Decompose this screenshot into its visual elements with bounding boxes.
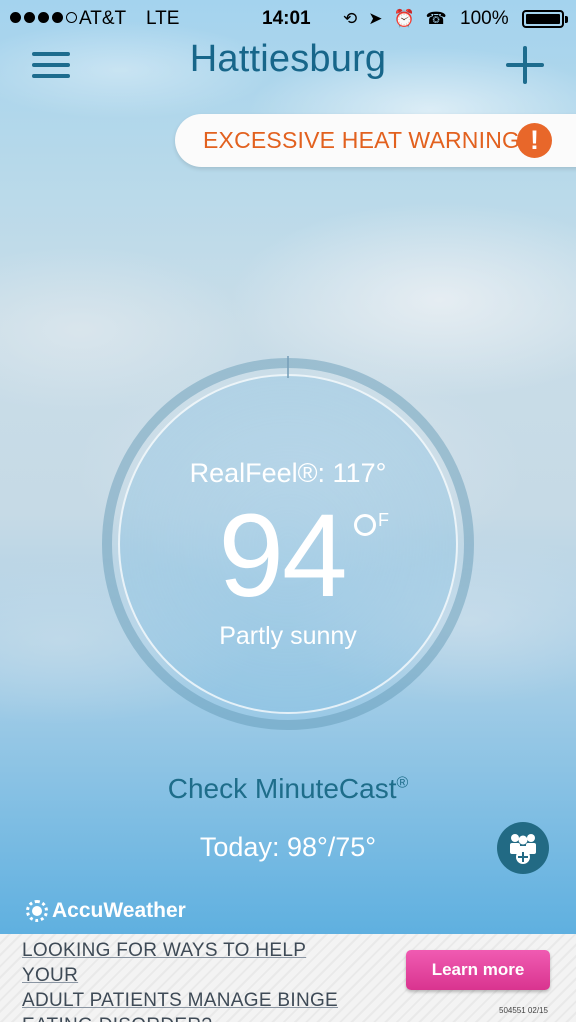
heat-warning-banner[interactable]: EXCESSIVE HEAT WARNING !: [175, 114, 576, 167]
orientation-lock-icon: ⟲: [343, 9, 358, 28]
degree-icon: [354, 514, 376, 536]
learn-more-button[interactable]: Learn more: [406, 950, 550, 990]
location-arrow-icon: ➤: [368, 9, 383, 28]
add-location-button[interactable]: [506, 46, 544, 84]
people-add-icon: [510, 834, 536, 864]
warning-label: EXCESSIVE HEAT WARNING: [203, 127, 521, 153]
battery-percentage: 100%: [460, 8, 509, 29]
weather-condition: Partly sunny: [219, 622, 357, 650]
ad-banner[interactable]: LOOKING FOR WAYS TO HELP YOUR ADULT PATI…: [0, 934, 576, 1022]
minutecast-link[interactable]: Check MinuteCast®: [100, 773, 476, 805]
dial-tick-mark: [287, 356, 289, 378]
tty-icon: ☎: [425, 9, 447, 28]
network-type: LTE: [146, 8, 180, 29]
minutecast-label: Check MinuteCast: [167, 773, 397, 804]
realfeel-temperature: RealFeel®: 117°: [189, 458, 387, 488]
temperature-unit: F: [354, 510, 389, 544]
menu-button[interactable]: [32, 52, 70, 78]
accuweather-logo: AccuWeather: [26, 899, 186, 923]
battery-icon: [522, 10, 568, 28]
alarm-icon: ⏰: [393, 9, 415, 28]
brand-name: AccuWeather: [52, 899, 186, 922]
status-time: 14:01: [262, 8, 311, 29]
current-temperature: 94: [218, 490, 347, 622]
sun-logo-icon: [26, 900, 48, 922]
share-button[interactable]: [497, 822, 549, 874]
today-high-low: Today: 98°/75°: [199, 832, 377, 862]
signal-strength-icon: [10, 12, 77, 23]
city-title[interactable]: Hattiesburg: [150, 38, 426, 81]
status-bar: AT&T LTE 14:01 ⟲ ➤ ⏰ ☎ 100%: [0, 0, 576, 38]
ad-headline: LOOKING FOR WAYS TO HELP YOUR ADULT PATI…: [22, 940, 339, 1022]
carrier-name: AT&T: [79, 8, 127, 29]
alert-icon: !: [517, 123, 552, 158]
ad-code: 504551 02/15: [499, 1006, 548, 1015]
